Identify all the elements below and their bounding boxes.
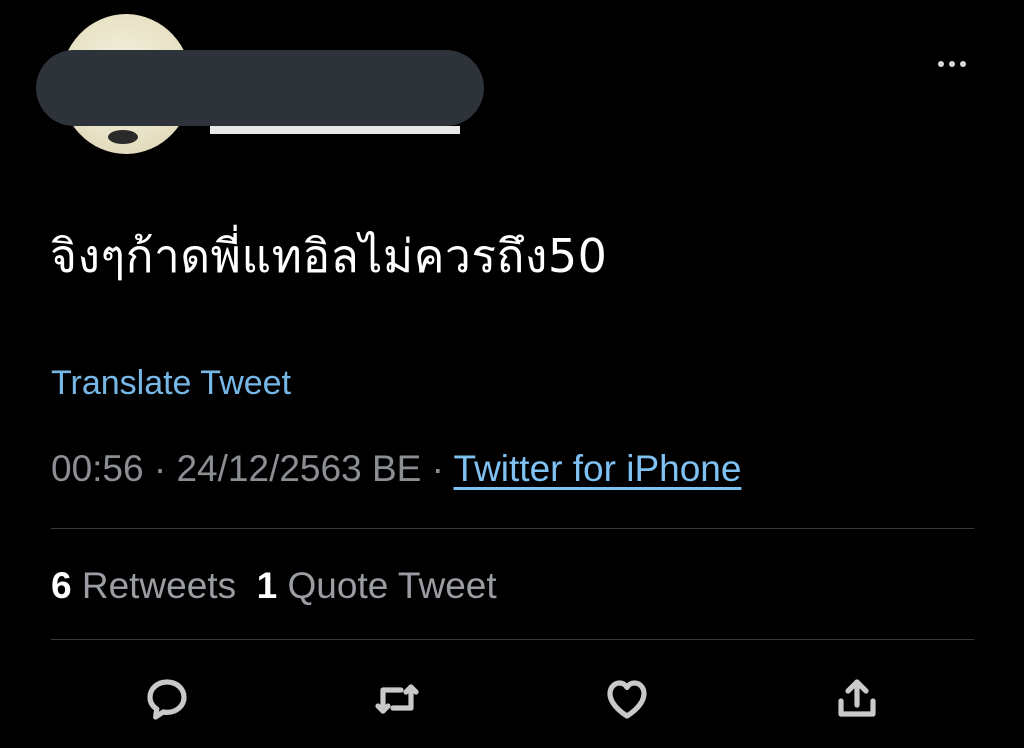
username-redaction-remnant: [210, 126, 460, 134]
tweet-meta: 00:56 · 24/12/2563 BE · Twitter for iPho…: [51, 448, 741, 490]
meta-separator: ·: [143, 448, 177, 489]
retweets-label: Retweets: [81, 565, 237, 606]
translate-tweet-link[interactable]: Translate Tweet: [51, 364, 291, 403]
heart-icon: [607, 680, 647, 719]
name-redaction: [36, 50, 484, 126]
tweet-date: 24/12/2563 BE: [176, 448, 422, 489]
more-dots-icon[interactable]: [928, 54, 976, 74]
quotes-stat[interactable]: 1 Quote Tweet: [257, 565, 497, 606]
retweets-stat[interactable]: 6 Retweets: [51, 565, 236, 606]
like-button[interactable]: [600, 672, 654, 726]
retweet-button[interactable]: [370, 672, 424, 726]
dot: [960, 61, 966, 67]
reply-icon: [147, 679, 187, 720]
meta-separator: ·: [421, 448, 454, 489]
share-icon: [838, 679, 876, 717]
tweet-time: 00:56: [51, 448, 144, 489]
dot: [938, 61, 944, 67]
retweet-icon: [375, 684, 419, 714]
retweets-count: 6: [51, 565, 72, 606]
tweet-source-link[interactable]: Twitter for iPhone: [454, 448, 742, 489]
tweet-text: จิงๆก้าดพี่แทอิลไม่ควรถึง50: [50, 229, 608, 283]
share-button[interactable]: [830, 672, 884, 726]
tweet-stats: 6 Retweets 1 Quote Tweet: [51, 565, 497, 607]
reply-button[interactable]: [140, 672, 194, 726]
quotes-count: 1: [256, 565, 278, 606]
divider: [51, 528, 974, 529]
quotes-label: Quote Tweet: [287, 565, 497, 606]
dot: [949, 61, 955, 67]
avatar-detail: [108, 130, 138, 144]
divider: [51, 639, 974, 640]
